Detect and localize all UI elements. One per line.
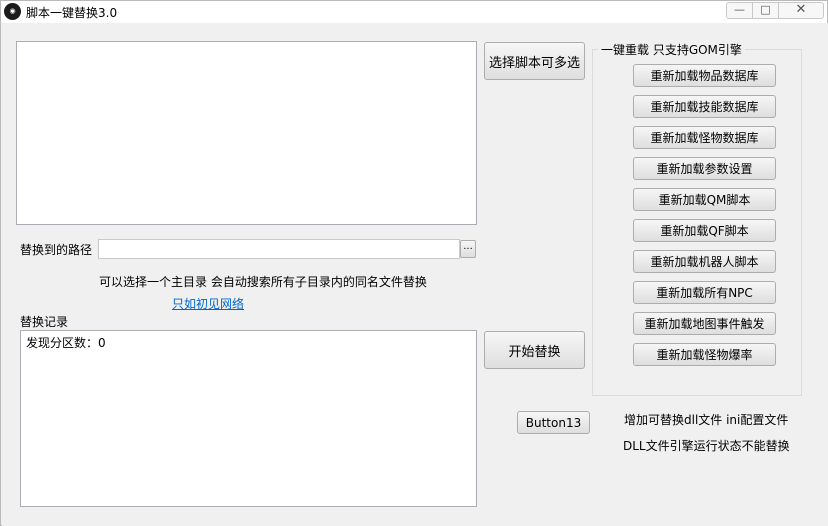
reload-map-events-button[interactable]: 重新加载地图事件触发 bbox=[633, 312, 776, 335]
app-logo-icon: ◉ bbox=[4, 3, 21, 20]
reload-qm-script-button[interactable]: 重新加载QM脚本 bbox=[633, 188, 776, 211]
hint-text: 可以选择一个主目录 会自动搜索所有子目录内的同名文件替换 bbox=[99, 275, 427, 289]
window-title: 脚本一键替换3.0 bbox=[26, 6, 118, 20]
log-textbox[interactable]: 发现分区数：0 bbox=[20, 330, 477, 507]
website-link[interactable]: 只如初见网络 bbox=[172, 295, 244, 312]
reload-skills-db-button[interactable]: 重新加载技能数据库 bbox=[633, 95, 776, 118]
start-replace-button[interactable]: 开始替换 bbox=[484, 331, 585, 369]
reload-group-title: 一键重载 只支持GOM引擎 bbox=[598, 41, 745, 58]
button13[interactable]: Button13 bbox=[517, 411, 590, 434]
minimize-button[interactable]: — bbox=[726, 2, 753, 19]
path-input[interactable] bbox=[98, 239, 460, 259]
reload-robot-script-button[interactable]: 重新加载机器人脚本 bbox=[633, 250, 776, 273]
browse-button[interactable]: ... bbox=[460, 240, 476, 258]
note-dll-ini: 增加可替换dll文件 ini配置文件 bbox=[624, 413, 789, 427]
reload-monster-drops-button[interactable]: 重新加载怪物爆率 bbox=[633, 343, 776, 366]
note-dll-running: DLL文件引擎运行状态不能替换 bbox=[623, 439, 790, 453]
close-button[interactable]: ✕ bbox=[778, 2, 824, 19]
select-scripts-button[interactable]: 选择脚本可多选 bbox=[484, 42, 585, 80]
maximize-button[interactable]: □ bbox=[752, 2, 779, 19]
title-bar[interactable]: ◉ 脚本一键替换3.0 — □ ✕ bbox=[1, 1, 827, 23]
reload-monsters-db-button[interactable]: 重新加载怪物数据库 bbox=[633, 126, 776, 149]
log-label: 替换记录 bbox=[20, 315, 69, 329]
reload-all-npc-button[interactable]: 重新加载所有NPC bbox=[633, 281, 776, 304]
main-window: ◉ 脚本一键替换3.0 — □ ✕ 选择脚本可多选 替换到的路径 ... 可以选… bbox=[0, 0, 828, 526]
client-area: 选择脚本可多选 替换到的路径 ... 可以选择一个主目录 会自动搜索所有子目录内… bbox=[2, 23, 828, 526]
reload-params-button[interactable]: 重新加载参数设置 bbox=[633, 157, 776, 180]
path-label: 替换到的路径 bbox=[20, 243, 93, 257]
script-list[interactable] bbox=[16, 41, 477, 225]
reload-qf-script-button[interactable]: 重新加载QF脚本 bbox=[633, 219, 776, 242]
reload-items-db-button[interactable]: 重新加载物品数据库 bbox=[633, 64, 776, 87]
